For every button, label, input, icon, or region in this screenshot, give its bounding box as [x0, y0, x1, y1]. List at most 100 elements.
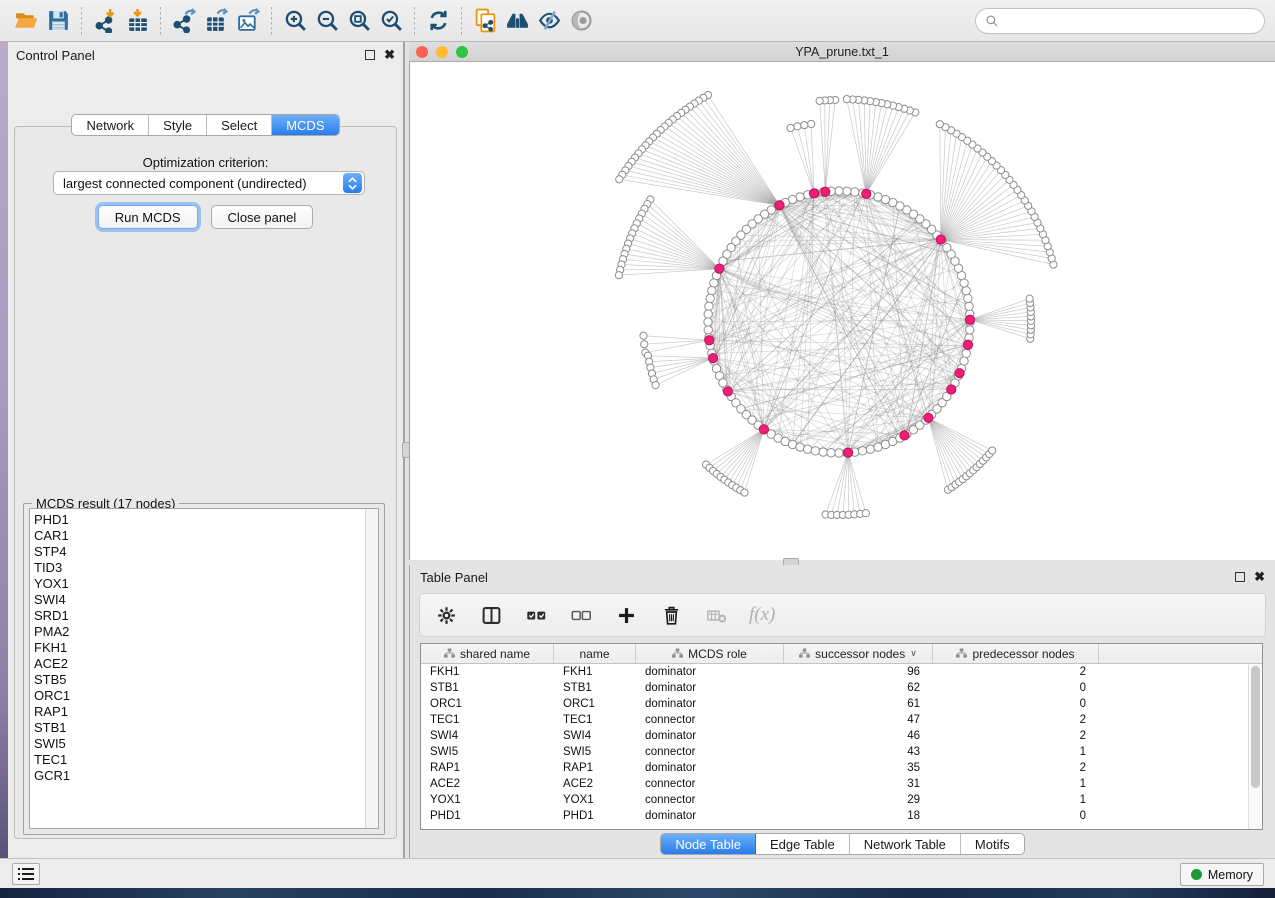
graph-node[interactable] — [862, 510, 869, 517]
tab-network[interactable]: Network — [72, 115, 149, 135]
mcds-graph-node[interactable] — [708, 354, 717, 363]
mcds-result-item[interactable]: TEC1 — [34, 752, 378, 768]
graph-node[interactable] — [964, 294, 972, 302]
optimization-criterion-select[interactable]: largest connected component (undirected) — [53, 171, 365, 195]
float-panel-icon[interactable] — [365, 50, 375, 60]
zoom-in-icon[interactable] — [279, 5, 311, 37]
graph-node[interactable] — [794, 123, 801, 130]
import-table-icon[interactable] — [121, 5, 153, 37]
table-row[interactable]: SWI5SWI5connector431 — [421, 744, 1248, 760]
graph-node[interactable] — [866, 445, 874, 453]
mcds-result-item[interactable]: YOX1 — [34, 576, 378, 592]
mcds-graph-node[interactable] — [775, 201, 784, 210]
mcds-result-item[interactable]: PMA2 — [34, 624, 378, 640]
table-row[interactable]: YOX1YOX1connector291 — [421, 792, 1248, 808]
table-row[interactable]: STB1STB1dominator620 — [421, 680, 1248, 696]
graph-node[interactable] — [874, 193, 882, 201]
mcds-graph-node[interactable] — [963, 340, 972, 349]
select-all-icon[interactable] — [524, 603, 548, 627]
graph-node[interactable] — [796, 443, 804, 451]
graph-node[interactable] — [787, 124, 794, 131]
graph-node[interactable] — [616, 176, 623, 183]
mcds-graph-node[interactable] — [900, 431, 909, 440]
graph-node[interactable] — [803, 445, 811, 453]
mcds-graph-node[interactable] — [705, 336, 714, 345]
graph-node[interactable] — [819, 448, 827, 456]
clone-network-icon[interactable] — [469, 5, 501, 37]
export-image-icon[interactable] — [232, 5, 264, 37]
tab-select[interactable]: Select — [207, 115, 272, 135]
graph-node[interactable] — [708, 286, 716, 294]
refresh-icon[interactable] — [422, 5, 454, 37]
network-canvas[interactable] — [409, 62, 1275, 560]
zoom-selected-icon[interactable] — [375, 5, 407, 37]
mcds-result-item[interactable]: PHD1 — [34, 512, 378, 528]
graph-node[interactable] — [936, 121, 943, 128]
graph-node[interactable] — [843, 96, 850, 103]
graph-node[interactable] — [641, 341, 648, 348]
graph-node[interactable] — [710, 279, 718, 287]
graph-node[interactable] — [965, 302, 973, 310]
mcds-graph-node[interactable] — [965, 315, 974, 324]
tab-style[interactable]: Style — [149, 115, 207, 135]
column-header-role[interactable]: MCDS role — [636, 644, 784, 663]
export-network-icon[interactable] — [168, 5, 200, 37]
close-panel-button[interactable]: Close panel — [211, 205, 314, 229]
close-panel-icon[interactable]: ✖ — [384, 50, 395, 60]
search-input[interactable] — [1005, 14, 1255, 28]
float-panel-icon[interactable] — [1235, 572, 1245, 582]
tab-node-table[interactable]: Node Table — [661, 834, 756, 854]
zoom-fit-icon[interactable] — [343, 5, 375, 37]
deselect-all-icon[interactable] — [569, 603, 593, 627]
graph-node[interactable] — [706, 294, 714, 302]
graph-node[interactable] — [816, 97, 823, 104]
add-icon[interactable] — [614, 603, 638, 627]
graph-node[interactable] — [741, 489, 748, 496]
mcds-result-item[interactable]: CAR1 — [34, 528, 378, 544]
zoom-out-icon[interactable] — [311, 5, 343, 37]
tab-edge-table[interactable]: Edge Table — [756, 834, 850, 854]
graph-node[interactable] — [704, 326, 712, 334]
mcds-result-item[interactable]: STP4 — [34, 544, 378, 560]
import-network-icon[interactable] — [89, 5, 121, 37]
mcds-result-item[interactable]: RAP1 — [34, 704, 378, 720]
gear-icon[interactable] — [434, 603, 458, 627]
column-header-name[interactable]: name — [554, 644, 636, 663]
graph-node[interactable] — [835, 449, 843, 457]
table-row[interactable]: RAP1RAP1dominator352 — [421, 760, 1248, 776]
mcds-list-scrollbar[interactable] — [365, 509, 378, 828]
mcds-graph-node[interactable] — [821, 187, 830, 196]
mcds-graph-node[interactable] — [715, 264, 724, 273]
mcds-result-item[interactable]: SWI4 — [34, 592, 378, 608]
table-row[interactable]: TEC1TEC1connector472 — [421, 712, 1248, 728]
mcds-result-item[interactable]: SRD1 — [34, 608, 378, 624]
table-row[interactable]: ORC1ORC1dominator610 — [421, 696, 1248, 712]
mcds-result-item[interactable]: SWI5 — [34, 736, 378, 752]
network-graph[interactable] — [410, 62, 1274, 558]
memory-button[interactable]: Memory — [1180, 863, 1264, 886]
mcds-graph-node[interactable] — [844, 448, 853, 457]
mcds-graph-node[interactable] — [723, 387, 732, 396]
graph-node[interactable] — [835, 187, 843, 195]
mcds-result-item[interactable]: STB1 — [34, 720, 378, 736]
function-builder-icon[interactable]: f(x) — [749, 604, 775, 626]
graph-node[interactable] — [705, 302, 713, 310]
graph-node[interactable] — [615, 272, 622, 279]
graph-node[interactable] — [652, 382, 659, 389]
graph-node[interactable] — [808, 120, 815, 127]
graph-node[interactable] — [640, 332, 647, 339]
close-panel-icon[interactable]: ✖ — [1254, 572, 1265, 582]
mcds-graph-node[interactable] — [947, 385, 956, 394]
graph-node[interactable] — [962, 286, 970, 294]
graph-node[interactable] — [851, 188, 859, 196]
mcds-graph-node[interactable] — [936, 235, 945, 244]
tab-motifs[interactable]: Motifs — [961, 834, 1024, 854]
save-session-icon[interactable] — [42, 5, 74, 37]
graph-node[interactable] — [827, 449, 835, 457]
mcds-graph-node[interactable] — [759, 425, 768, 434]
mcds-result-item[interactable]: STB5 — [34, 672, 378, 688]
graph-node[interactable] — [704, 310, 712, 318]
mcds-result-item[interactable]: ACE2 — [34, 656, 378, 672]
graph-node[interactable] — [811, 447, 819, 455]
mcds-graph-node[interactable] — [955, 369, 964, 378]
